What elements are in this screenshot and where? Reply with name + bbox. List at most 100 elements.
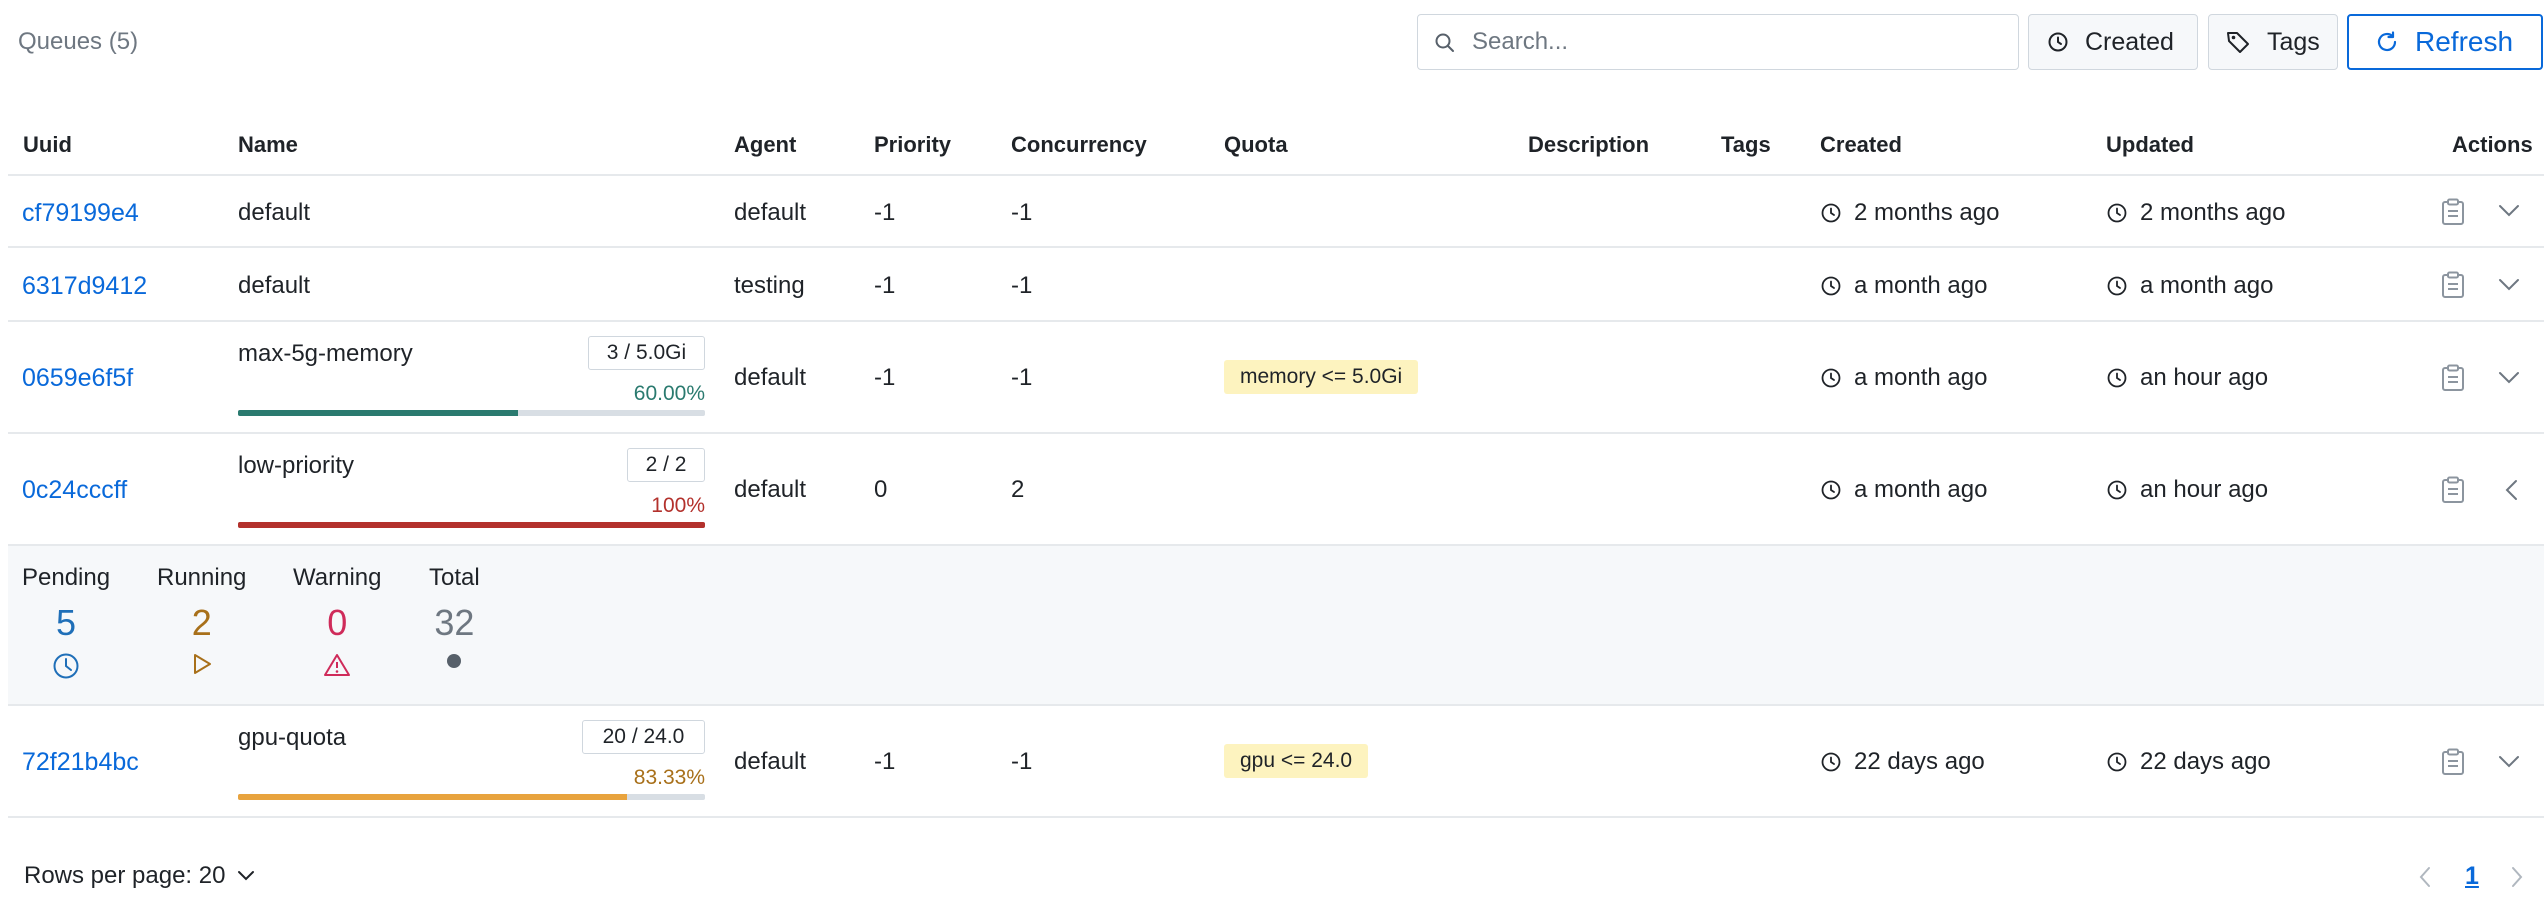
clipboard-icon[interactable] bbox=[2440, 748, 2466, 776]
uuid-link[interactable]: 0659e6f5f bbox=[22, 364, 133, 393]
agent-value: default bbox=[734, 364, 807, 391]
created-time: a month ago bbox=[1820, 364, 1987, 392]
column-header-quota[interactable]: Quota bbox=[1224, 132, 1288, 158]
concurrency-value: -1 bbox=[1011, 199, 1033, 226]
column-header-description[interactable]: Description bbox=[1528, 132, 1649, 158]
updated-time: an hour ago bbox=[2106, 476, 2268, 504]
column-header-name[interactable]: Name bbox=[238, 132, 298, 158]
rows-per-page-label: Rows per page: 20 bbox=[24, 862, 226, 889]
queue-name: max-5g-memory bbox=[238, 340, 413, 367]
usage-bar-fill bbox=[238, 522, 705, 528]
clipboard-icon[interactable] bbox=[2440, 476, 2466, 504]
concurrency-value: -1 bbox=[1011, 272, 1033, 299]
tags-filter-button[interactable]: Tags bbox=[2208, 14, 2338, 70]
priority-value: -1 bbox=[874, 199, 896, 226]
usage-percent: 100% bbox=[651, 494, 705, 517]
search-input[interactable] bbox=[1472, 15, 2002, 69]
uuid-link[interactable]: 6317d9412 bbox=[22, 272, 147, 301]
queues-title: Queues (5) bbox=[18, 28, 139, 55]
stat-running-value: 2 bbox=[191, 602, 212, 643]
table-row: 72f21b4bc gpu-quota 20 / 24.0 83.33% def… bbox=[8, 706, 2544, 818]
agent-value: default bbox=[734, 748, 807, 775]
agent-value: default bbox=[734, 199, 807, 226]
search-box[interactable] bbox=[1417, 14, 2019, 70]
column-header-agent[interactable]: Agent bbox=[734, 132, 796, 158]
stat-pending: Pending 5 bbox=[22, 564, 110, 680]
uuid-link[interactable]: 72f21b4bc bbox=[22, 748, 139, 777]
clock-icon bbox=[2107, 276, 2127, 296]
stat-warning-label: Warning bbox=[293, 564, 382, 591]
capacity-badge: 20 / 24.0 bbox=[582, 720, 705, 754]
chevron-down-icon bbox=[238, 871, 255, 881]
updated-time-text: an hour ago bbox=[2140, 364, 2269, 391]
usage-bar-fill bbox=[238, 410, 519, 416]
tag-icon bbox=[2227, 32, 2249, 53]
stat-pending-value: 5 bbox=[56, 602, 77, 643]
created-time-text: a month ago bbox=[1854, 272, 1988, 299]
chevron-left-icon[interactable] bbox=[2504, 479, 2518, 501]
uuid-link[interactable]: 0c24cccff bbox=[22, 476, 127, 505]
updated-time-text: an hour ago bbox=[2140, 476, 2269, 503]
play-icon bbox=[193, 654, 211, 674]
created-time: 2 months ago bbox=[1820, 199, 1999, 227]
quota-badge: memory <= 5.0Gi bbox=[1224, 360, 1419, 394]
refresh-label: Refresh bbox=[2415, 26, 2514, 57]
uuid-link[interactable]: cf79199e4 bbox=[22, 199, 139, 228]
column-header-priority[interactable]: Priority bbox=[874, 132, 951, 158]
stat-running: Running 2 bbox=[157, 564, 246, 676]
created-time-text: a month ago bbox=[1854, 364, 1988, 391]
clock-icon bbox=[1821, 480, 1841, 500]
stat-warning: Warning 0 bbox=[293, 564, 381, 678]
table-row: 0c24cccff low-priority 2 / 2 100% defaul… bbox=[8, 434, 2544, 546]
clock-icon bbox=[1821, 368, 1841, 388]
queue-name: default bbox=[238, 199, 311, 226]
clock-icon bbox=[53, 653, 79, 679]
stat-running-label: Running bbox=[157, 564, 247, 591]
column-header-created[interactable]: Created bbox=[1820, 132, 1902, 158]
clock-icon bbox=[2107, 203, 2127, 223]
stat-total-label: Total bbox=[429, 564, 480, 591]
clipboard-icon[interactable] bbox=[2440, 364, 2466, 392]
clipboard-icon[interactable] bbox=[2440, 271, 2466, 299]
rows-per-page-select[interactable]: Rows per page: 20 bbox=[24, 862, 255, 890]
clipboard-icon[interactable] bbox=[2440, 198, 2466, 226]
stat-pending-label: Pending bbox=[22, 564, 111, 591]
chevron-down-icon[interactable] bbox=[2498, 278, 2520, 292]
created-time-text: a month ago bbox=[1854, 476, 1988, 503]
created-filter-label: Created bbox=[2085, 27, 2174, 56]
column-header-updated[interactable]: Updated bbox=[2106, 132, 2194, 158]
updated-time: 2 months ago bbox=[2106, 199, 2285, 227]
queue-name: low-priority bbox=[238, 452, 355, 479]
column-header-uuid[interactable]: Uuid bbox=[23, 132, 72, 158]
tags-filter-label: Tags bbox=[2267, 27, 2320, 56]
priority-value: 0 bbox=[874, 476, 888, 503]
next-page-icon[interactable] bbox=[2510, 866, 2524, 888]
column-header-tags[interactable]: Tags bbox=[1721, 132, 1771, 158]
usage-bar-fill bbox=[238, 794, 628, 800]
refresh-icon bbox=[2377, 31, 2397, 52]
column-header-concurrency[interactable]: Concurrency bbox=[1011, 132, 1147, 158]
agent-value: default bbox=[734, 476, 807, 503]
chevron-down-icon[interactable] bbox=[2498, 204, 2520, 218]
usage-bar bbox=[238, 410, 705, 416]
chevron-down-icon[interactable] bbox=[2498, 755, 2520, 769]
created-time: a month ago bbox=[1820, 272, 1987, 300]
page-number-current[interactable]: 1 bbox=[2465, 862, 2479, 891]
prev-page-icon[interactable] bbox=[2418, 866, 2432, 888]
usage-bar bbox=[238, 522, 705, 528]
created-time-text: 22 days ago bbox=[1854, 748, 1985, 775]
clock-icon bbox=[2107, 480, 2127, 500]
capacity-badge: 2 / 2 bbox=[627, 448, 705, 482]
created-time: 22 days ago bbox=[1820, 748, 1985, 776]
updated-time-text: 2 months ago bbox=[2140, 199, 2286, 226]
refresh-button[interactable]: Refresh bbox=[2347, 14, 2543, 70]
created-filter-button[interactable]: Created bbox=[2028, 14, 2198, 70]
capacity-badge: 3 / 5.0Gi bbox=[588, 336, 705, 370]
chevron-down-icon[interactable] bbox=[2498, 371, 2520, 385]
table-row: cf79199e4 default default -1 -1 2 months… bbox=[8, 176, 2544, 248]
stat-warning-value: 0 bbox=[327, 602, 348, 643]
clock-icon bbox=[1821, 276, 1841, 296]
priority-value: -1 bbox=[874, 364, 896, 391]
toolbar: Queues (5) Created Tags Refresh bbox=[0, 0, 2548, 86]
priority-value: -1 bbox=[874, 272, 896, 299]
